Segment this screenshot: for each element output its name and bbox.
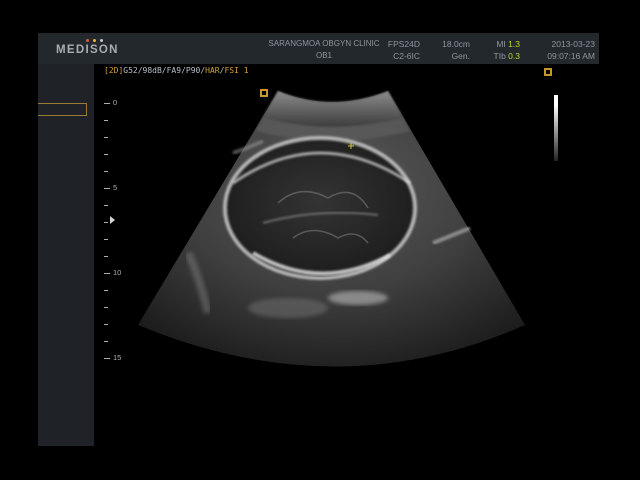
ultrasound-image: [138, 91, 525, 367]
near-field-layer: [263, 91, 403, 127]
ultrasound-screen: MEDISON SARANGMOA OBGYN CLINIC OB1 FPS24…: [38, 33, 599, 446]
deep-echo: [328, 291, 388, 305]
deep-echo: [248, 298, 328, 318]
